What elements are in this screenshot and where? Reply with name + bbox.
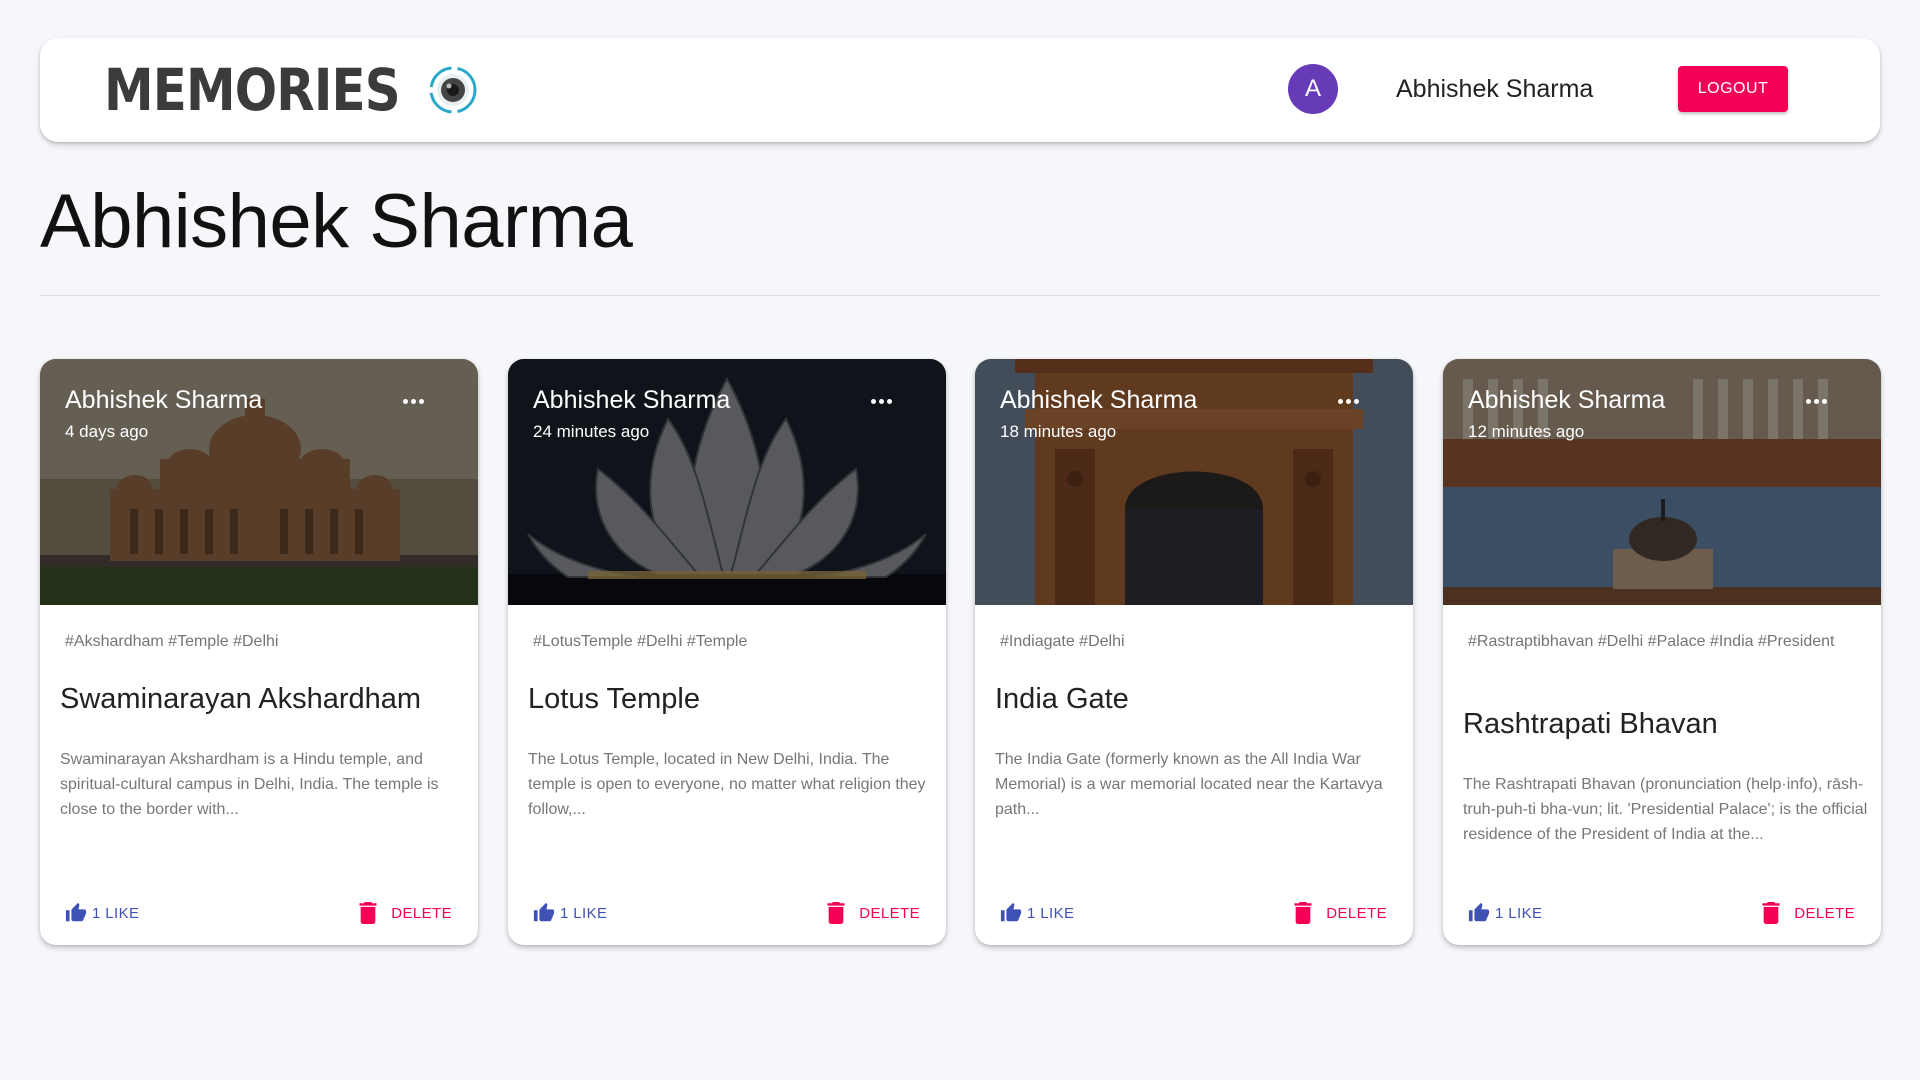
thumb-up-icon [65, 902, 87, 922]
post-description: The India Gate (formerly known as the Al… [995, 751, 1383, 818]
more-options-icon[interactable] [1801, 391, 1831, 411]
post-image-india-gate: Abhishek Sharma 18 minutes ago [975, 359, 1413, 605]
post-time: 18 minutes ago [1000, 422, 1117, 441]
brand-title: Memories [104, 56, 401, 124]
post-time: 12 minutes ago [1468, 422, 1585, 441]
like-label: 1 LIKE [92, 904, 140, 922]
delete-button[interactable]: DELETE [359, 898, 452, 928]
post-author: Abhishek Sharma [1000, 386, 1198, 414]
post-time: 4 days ago [65, 422, 149, 441]
card-actions: 1 LIKE DELETE [975, 883, 1413, 945]
brand[interactable]: Memories [104, 60, 478, 120]
page-title: Abhishek Sharma [40, 179, 633, 264]
delete-button[interactable]: DELETE [1762, 898, 1855, 928]
post-card: Abhishek Sharma 4 days ago #Akshardham #… [40, 359, 478, 945]
post-title: Rashtrapati Bhavan [1463, 708, 1718, 740]
post-title: Swaminarayan Akshardham [60, 683, 422, 715]
trash-icon [1294, 902, 1312, 924]
divider [40, 295, 1880, 296]
post-description: The Lotus Temple, located in New Delhi, … [528, 751, 926, 818]
like-button[interactable]: 1 LIKE [64, 898, 139, 928]
more-options-icon[interactable] [398, 391, 428, 411]
more-options-icon[interactable] [1333, 391, 1363, 411]
more-options-icon[interactable] [866, 391, 896, 411]
delete-label: DELETE [1794, 904, 1855, 922]
post-time: 24 minutes ago [533, 422, 650, 441]
post-tags: #LotusTemple #Delhi #Temple [533, 633, 748, 650]
post-title: Lotus Temple [528, 683, 700, 715]
like-label: 1 LIKE [1027, 904, 1075, 922]
thumb-up-icon [1468, 902, 1490, 922]
card-actions: 1 LIKE DELETE [40, 883, 478, 945]
post-author: Abhishek Sharma [533, 386, 731, 414]
post-card: Abhishek Sharma 18 minutes ago #Indiagat… [975, 359, 1413, 945]
post-image-akshardham: Abhishek Sharma 4 days ago [40, 359, 478, 605]
post-tags: #Indiagate #Delhi [1000, 633, 1125, 650]
delete-label: DELETE [859, 904, 920, 922]
post-card: Abhishek Sharma 24 minutes ago #LotusTem… [508, 359, 946, 945]
thumb-up-icon [1000, 902, 1022, 922]
post-description: Swaminarayan Akshardham is a Hindu templ… [60, 751, 439, 818]
thumb-up-icon [533, 902, 555, 922]
post-tags: #Akshardham #Temple #Delhi [65, 633, 279, 650]
post-image-lotus-temple: Abhishek Sharma 24 minutes ago [508, 359, 946, 605]
page: Memories A Abhishek Sharma LOGOUT Abhish… [0, 0, 1920, 1080]
appbar-username: Abhishek Sharma [1396, 75, 1594, 103]
post-title: India Gate [995, 683, 1129, 715]
post-author: Abhishek Sharma [1468, 386, 1666, 414]
logout-button[interactable]: LOGOUT [1678, 66, 1788, 112]
delete-button[interactable]: DELETE [827, 898, 920, 928]
trash-icon [1762, 902, 1780, 924]
delete-label: DELETE [391, 904, 452, 922]
delete-button[interactable]: DELETE [1294, 898, 1387, 928]
camera-lens-icon [429, 66, 477, 114]
post-tags: #Rastraptibhavan #Delhi #Palace #India #… [1468, 633, 1835, 650]
post-author: Abhishek Sharma [65, 386, 263, 414]
like-button[interactable]: 1 LIKE [1467, 898, 1542, 928]
post-description: The Rashtrapati Bhavan (pronunciation (h… [1463, 776, 1868, 843]
trash-icon [827, 902, 845, 924]
post-image-rashtrapati-bhavan: Abhishek Sharma 12 minutes ago [1443, 359, 1881, 605]
app-bar: Memories A Abhishek Sharma LOGOUT [40, 38, 1880, 142]
like-label: 1 LIKE [1495, 904, 1543, 922]
post-card: Abhishek Sharma 12 minutes ago #Rastrapt… [1443, 359, 1881, 945]
card-actions: 1 LIKE DELETE [508, 883, 946, 945]
card-actions: 1 LIKE DELETE [1443, 883, 1881, 945]
like-button[interactable]: 1 LIKE [999, 898, 1074, 928]
trash-icon [359, 902, 377, 924]
like-button[interactable]: 1 LIKE [532, 898, 607, 928]
avatar[interactable]: A [1288, 64, 1338, 114]
like-label: 1 LIKE [560, 904, 608, 922]
delete-label: DELETE [1326, 904, 1387, 922]
